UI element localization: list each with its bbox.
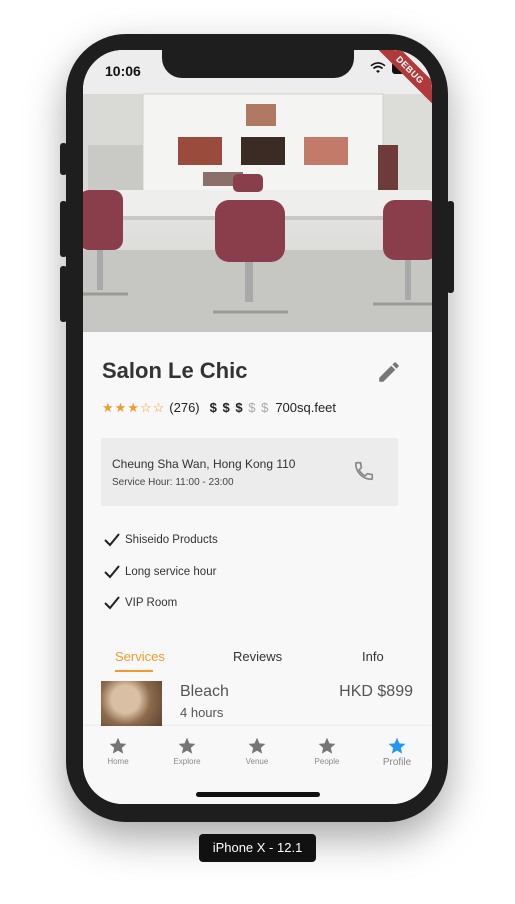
call-button[interactable] — [353, 460, 375, 482]
feature-label: VIP Room — [125, 597, 178, 609]
price-symbol-dim: $ — [248, 400, 257, 415]
contact-card: Cheung Sha Wan, Hong Kong 110 Service Ho… — [101, 438, 398, 506]
tab-services[interactable]: Services — [115, 649, 165, 664]
home-indicator[interactable] — [196, 792, 320, 797]
salon-name: Salon Le Chic — [102, 358, 248, 383]
rating-stars: ★ ★ ★ ☆ ☆ — [102, 401, 164, 414]
pencil-icon — [379, 362, 399, 382]
feature-label: Long service hour — [125, 566, 217, 578]
service-hours: Service Hour: 11:00 - 23:00 — [112, 477, 234, 488]
rating-row: ★ ★ ★ ☆ ☆ (276) $ $ $ $ $ 700sq.feet — [102, 400, 336, 415]
feature-item: Long service hour — [103, 564, 216, 580]
price-level: $ $ $ $ $ — [210, 400, 270, 415]
star-filled-icon: ★ — [102, 400, 114, 415]
service-list-item[interactable]: Bleach 4 hours HKD $899 — [83, 678, 432, 728]
service-price: HKD $899 — [339, 683, 413, 700]
nav-item-profile[interactable]: Profile — [367, 736, 427, 768]
nav-label: People — [314, 757, 340, 766]
nav-item-venue[interactable]: Venue — [227, 736, 287, 766]
detail-tabs: Services Reviews Info — [83, 644, 432, 674]
check-icon — [104, 533, 120, 547]
feature-item: Shiseido Products — [103, 532, 218, 548]
star-icon — [388, 737, 406, 754]
star-icon — [178, 737, 196, 754]
nav-label: Profile — [382, 757, 412, 768]
app-screen: 10:06 DEBUG Salon Le Chic ★ ★ ★ ☆ ☆ (276… — [83, 50, 432, 804]
device-caption: iPhone X - 12.1 — [199, 834, 316, 862]
star-icon — [248, 737, 266, 754]
tab-info[interactable]: Info — [362, 649, 384, 664]
status-time: 10:06 — [105, 63, 141, 79]
star-outline-icon: ☆ — [152, 400, 165, 415]
service-name: Bleach — [180, 683, 229, 700]
salon-photo: 10:06 DEBUG — [83, 50, 432, 332]
price-symbol: $ — [222, 400, 231, 415]
star-outline-icon: ☆ — [139, 400, 152, 415]
star-icon — [318, 737, 336, 754]
power-button — [447, 201, 454, 293]
mute-switch — [60, 143, 67, 175]
check-icon — [104, 565, 120, 579]
phone-icon — [354, 461, 374, 481]
tab-reviews[interactable]: Reviews — [233, 649, 282, 664]
device-notch — [162, 50, 354, 78]
volume-up-button — [60, 201, 67, 257]
star-filled-icon: ★ — [127, 400, 139, 415]
nav-label: Explore — [173, 757, 201, 766]
star-filled-icon: ★ — [114, 400, 127, 415]
feature-label: Shiseido Products — [125, 534, 218, 546]
rating-count: (276) — [169, 400, 200, 415]
nav-label: Home — [107, 757, 129, 766]
active-tab-indicator — [115, 670, 153, 672]
nav-item-home[interactable]: Home — [88, 736, 148, 766]
salon-address: Cheung Sha Wan, Hong Kong 110 — [112, 457, 296, 471]
feature-item: VIP Room — [103, 595, 177, 611]
nav-label: Venue — [245, 757, 269, 766]
volume-down-button — [60, 266, 67, 322]
edit-button[interactable] — [376, 359, 402, 385]
price-symbol: $ — [209, 400, 218, 415]
nav-item-explore[interactable]: Explore — [157, 736, 217, 766]
star-icon — [109, 737, 127, 754]
wifi-icon — [370, 62, 386, 73]
service-duration: 4 hours — [180, 705, 224, 720]
price-symbol-dim: $ — [261, 400, 270, 415]
check-icon — [104, 596, 120, 610]
nav-item-people[interactable]: People — [297, 736, 357, 766]
price-symbol: $ — [235, 400, 244, 415]
salon-interior-illustration — [83, 50, 432, 332]
salon-area: 700sq.feet — [275, 400, 337, 415]
service-thumbnail — [101, 681, 162, 727]
